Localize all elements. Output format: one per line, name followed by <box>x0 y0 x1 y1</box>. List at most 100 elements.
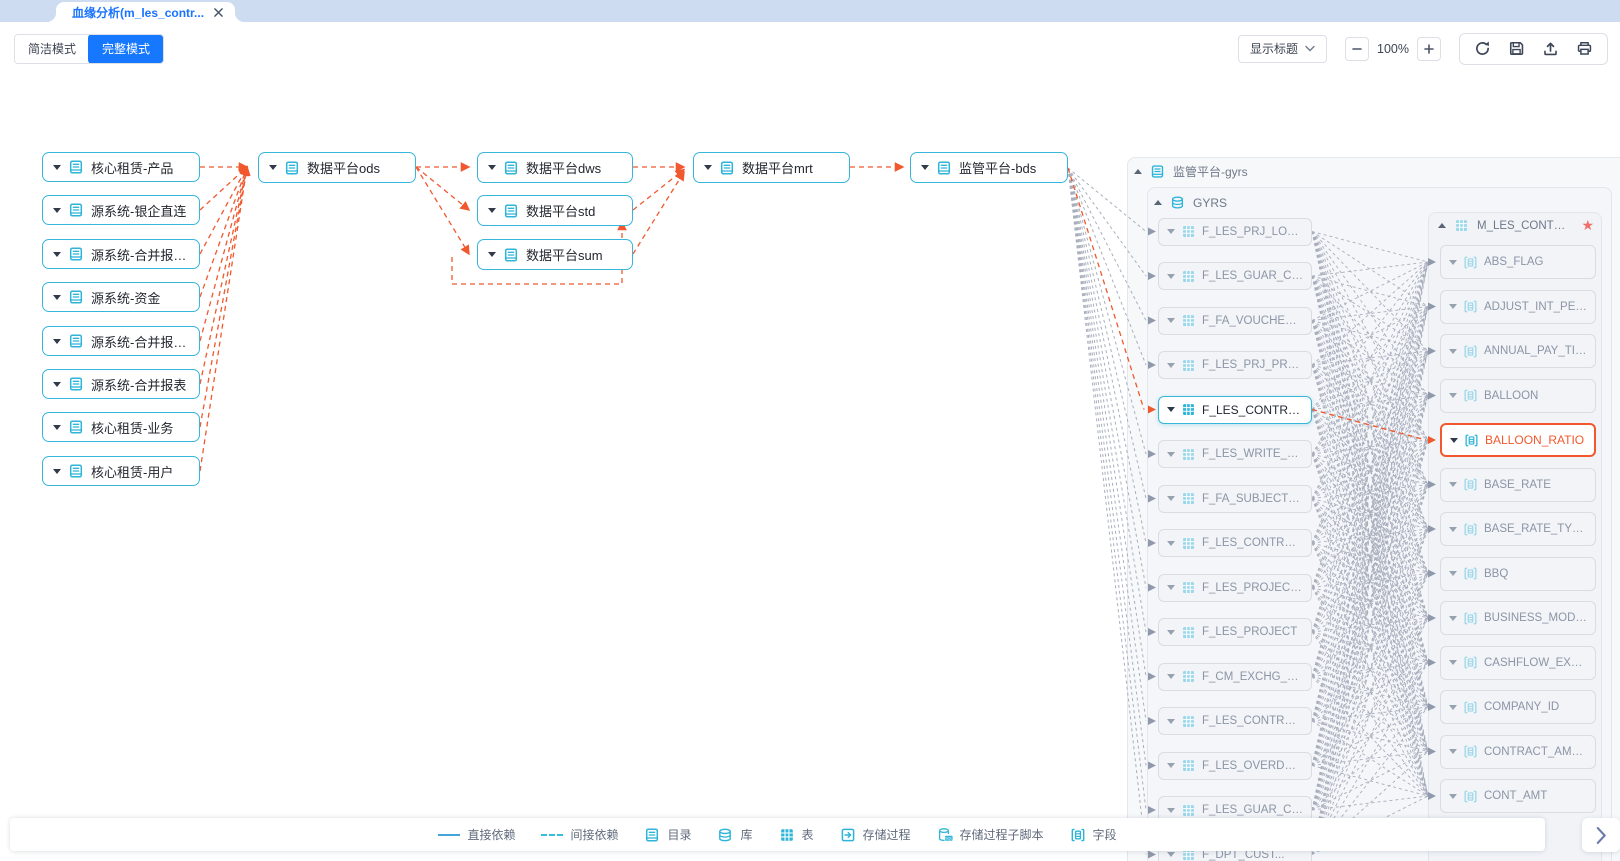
expand-toggle[interactable] <box>53 295 61 300</box>
table-node-11[interactable]: F_LES_CONTRACT... <box>1158 707 1312 735</box>
expand-toggle[interactable] <box>1167 719 1175 724</box>
expand-toggle[interactable] <box>269 165 277 170</box>
field-node-1[interactable]: ADJUST_INT_PERI... <box>1440 290 1596 324</box>
show-title-dropdown[interactable]: 显示标题 <box>1238 35 1327 63</box>
expand-toggle[interactable] <box>1449 349 1457 354</box>
catalog-node-1[interactable]: 源系统-银企直连 <box>42 195 200 225</box>
expand-toggle[interactable] <box>1167 808 1175 813</box>
field-node-4[interactable]: BALLOON_RATIO <box>1440 423 1596 457</box>
catalog-node-mid-4[interactable]: 数据平台mrt <box>693 152 850 183</box>
expand-toggle[interactable] <box>1449 705 1457 710</box>
catalog-node-4[interactable]: 源系统-合并报表-浪潮 <box>42 326 200 356</box>
expand-toggle[interactable] <box>1167 852 1175 857</box>
catalog-node-mid-0[interactable]: 数据平台ods <box>258 152 416 183</box>
export-icon[interactable] <box>1542 40 1559 57</box>
table-node-7[interactable]: F_LES_CONTRACT... <box>1158 529 1312 557</box>
field-node-9[interactable]: CASHFLOW_EXCEP... <box>1440 646 1596 680</box>
table-node-10[interactable]: F_CM_EXCHG_RATE <box>1158 663 1312 691</box>
field-node-11[interactable]: CONTRACT_AMOU... <box>1440 735 1596 769</box>
expand-toggle[interactable] <box>53 382 61 387</box>
field-node-0[interactable]: ABS_FLAG <box>1440 245 1596 279</box>
field-node-5[interactable]: BASE_RATE <box>1440 468 1596 502</box>
catalog-node-6[interactable]: 核心租赁-业务 <box>42 412 200 442</box>
simple-mode-button[interactable]: 简洁模式 <box>15 35 89 63</box>
field-icon <box>1463 655 1478 670</box>
expand-toggle[interactable] <box>1167 229 1175 234</box>
table-node-1[interactable]: F_LES_GUAR_CON... <box>1158 262 1312 290</box>
field-node-6[interactable]: BASE_RATE_TYPE <box>1440 512 1596 546</box>
expand-toggle[interactable] <box>1167 630 1175 635</box>
expand-toggle[interactable] <box>1449 304 1457 309</box>
next-page-button[interactable] <box>1582 818 1620 852</box>
catalog-node-3[interactable]: 源系统-资金 <box>42 282 200 312</box>
expand-toggle[interactable] <box>704 165 712 170</box>
expand-toggle[interactable] <box>1450 438 1458 443</box>
expand-toggle[interactable] <box>53 165 61 170</box>
catalog-node-mid-5[interactable]: 监管平台-bds <box>910 152 1068 183</box>
expand-toggle[interactable] <box>53 425 61 430</box>
expand-toggle[interactable] <box>1449 571 1457 576</box>
full-mode-button[interactable]: 完整模式 <box>88 34 164 64</box>
expand-toggle[interactable] <box>488 165 496 170</box>
expand-toggle[interactable] <box>1449 260 1457 265</box>
expand-toggle[interactable] <box>1167 452 1175 457</box>
expand-toggle[interactable] <box>1449 393 1457 398</box>
expand-toggle[interactable] <box>1449 616 1457 621</box>
field-node-10[interactable]: COMPANY_ID <box>1440 690 1596 724</box>
legend-label: 目录 <box>667 826 691 843</box>
table-node-2[interactable]: F_FA_VOUCHER_D... <box>1158 307 1312 335</box>
close-icon[interactable] <box>214 8 223 17</box>
field-node-12[interactable]: CONT_AMT <box>1440 779 1596 813</box>
expand-toggle[interactable] <box>1449 482 1457 487</box>
field-node-8[interactable]: BUSINESS_MODEL <box>1440 601 1596 635</box>
table-node-3[interactable]: F_LES_PRJ_PROJE... <box>1158 351 1312 379</box>
table-node-12[interactable]: F_LES_OVERDUE_... <box>1158 752 1312 780</box>
catalog-icon <box>284 160 300 176</box>
table-node-0[interactable]: F_LES_PRJ_LOAN_... <box>1158 218 1312 246</box>
catalog-node-7[interactable]: 核心租赁-用户 <box>42 456 200 486</box>
table-node-6[interactable]: F_FA_SUBJECT_BA... <box>1158 485 1312 513</box>
expand-toggle[interactable] <box>53 469 61 474</box>
expand-toggle[interactable] <box>1167 363 1175 368</box>
expand-toggle[interactable] <box>921 165 929 170</box>
expand-toggle[interactable] <box>488 208 496 213</box>
expand-toggle[interactable] <box>1449 660 1457 665</box>
table-node-8[interactable]: F_LES_PROJECT_... <box>1158 574 1312 602</box>
expand-toggle[interactable] <box>53 208 61 213</box>
refresh-icon[interactable] <box>1474 40 1491 57</box>
expand-toggle[interactable] <box>1167 763 1175 768</box>
expand-toggle[interactable] <box>1449 527 1457 532</box>
field-node-7[interactable]: BBQ <box>1440 557 1596 591</box>
catalog-node-5[interactable]: 源系统-合并报表 <box>42 369 200 399</box>
expand-toggle[interactable] <box>1167 585 1175 590</box>
expand-toggle[interactable] <box>1167 496 1175 501</box>
tab-lineage-analysis[interactable]: 血缘分析(m_les_contr... <box>56 2 235 22</box>
table-node-4[interactable]: F_LES_CONTRACT <box>1158 396 1312 424</box>
catalog-node-mid-1[interactable]: 数据平台dws <box>477 152 633 183</box>
zoom-in-button[interactable] <box>1417 37 1441 61</box>
field-node-2[interactable]: ANNUAL_PAY_TIMES <box>1440 334 1596 368</box>
expand-toggle[interactable] <box>488 252 496 257</box>
catalog-node-0[interactable]: 核心租赁-产品 <box>42 152 200 182</box>
table-node-5[interactable]: F_LES_WRITE_OFF <box>1158 440 1312 468</box>
field-node-3[interactable]: BALLOON <box>1440 379 1596 413</box>
save-icon[interactable] <box>1508 40 1525 57</box>
legend-label: 存储过程 <box>863 826 911 843</box>
expand-toggle[interactable] <box>1167 674 1175 679</box>
expand-toggle[interactable] <box>53 252 61 257</box>
expand-toggle[interactable] <box>53 339 61 344</box>
print-icon[interactable] <box>1576 40 1593 57</box>
expand-toggle[interactable] <box>1449 749 1457 754</box>
expand-toggle[interactable] <box>1167 318 1175 323</box>
expand-toggle[interactable] <box>1167 274 1175 279</box>
catalog-node-2[interactable]: 源系统-合并报表-Nav <box>42 239 200 269</box>
zoom-out-button[interactable] <box>1345 37 1369 61</box>
lineage-canvas[interactable]: 监管平台-gyrs GYRS M_LES_CONTRACT ★ 直接依赖间接依赖… <box>0 75 1620 861</box>
node-label: 数据平台ods <box>307 158 380 177</box>
table-node-9[interactable]: F_LES_PROJECT <box>1158 618 1312 646</box>
expand-toggle[interactable] <box>1167 541 1175 546</box>
expand-toggle[interactable] <box>1449 794 1457 799</box>
expand-toggle[interactable] <box>1167 407 1175 412</box>
catalog-node-mid-2[interactable]: 数据平台std <box>477 195 633 226</box>
catalog-node-mid-3[interactable]: 数据平台sum <box>477 239 633 270</box>
